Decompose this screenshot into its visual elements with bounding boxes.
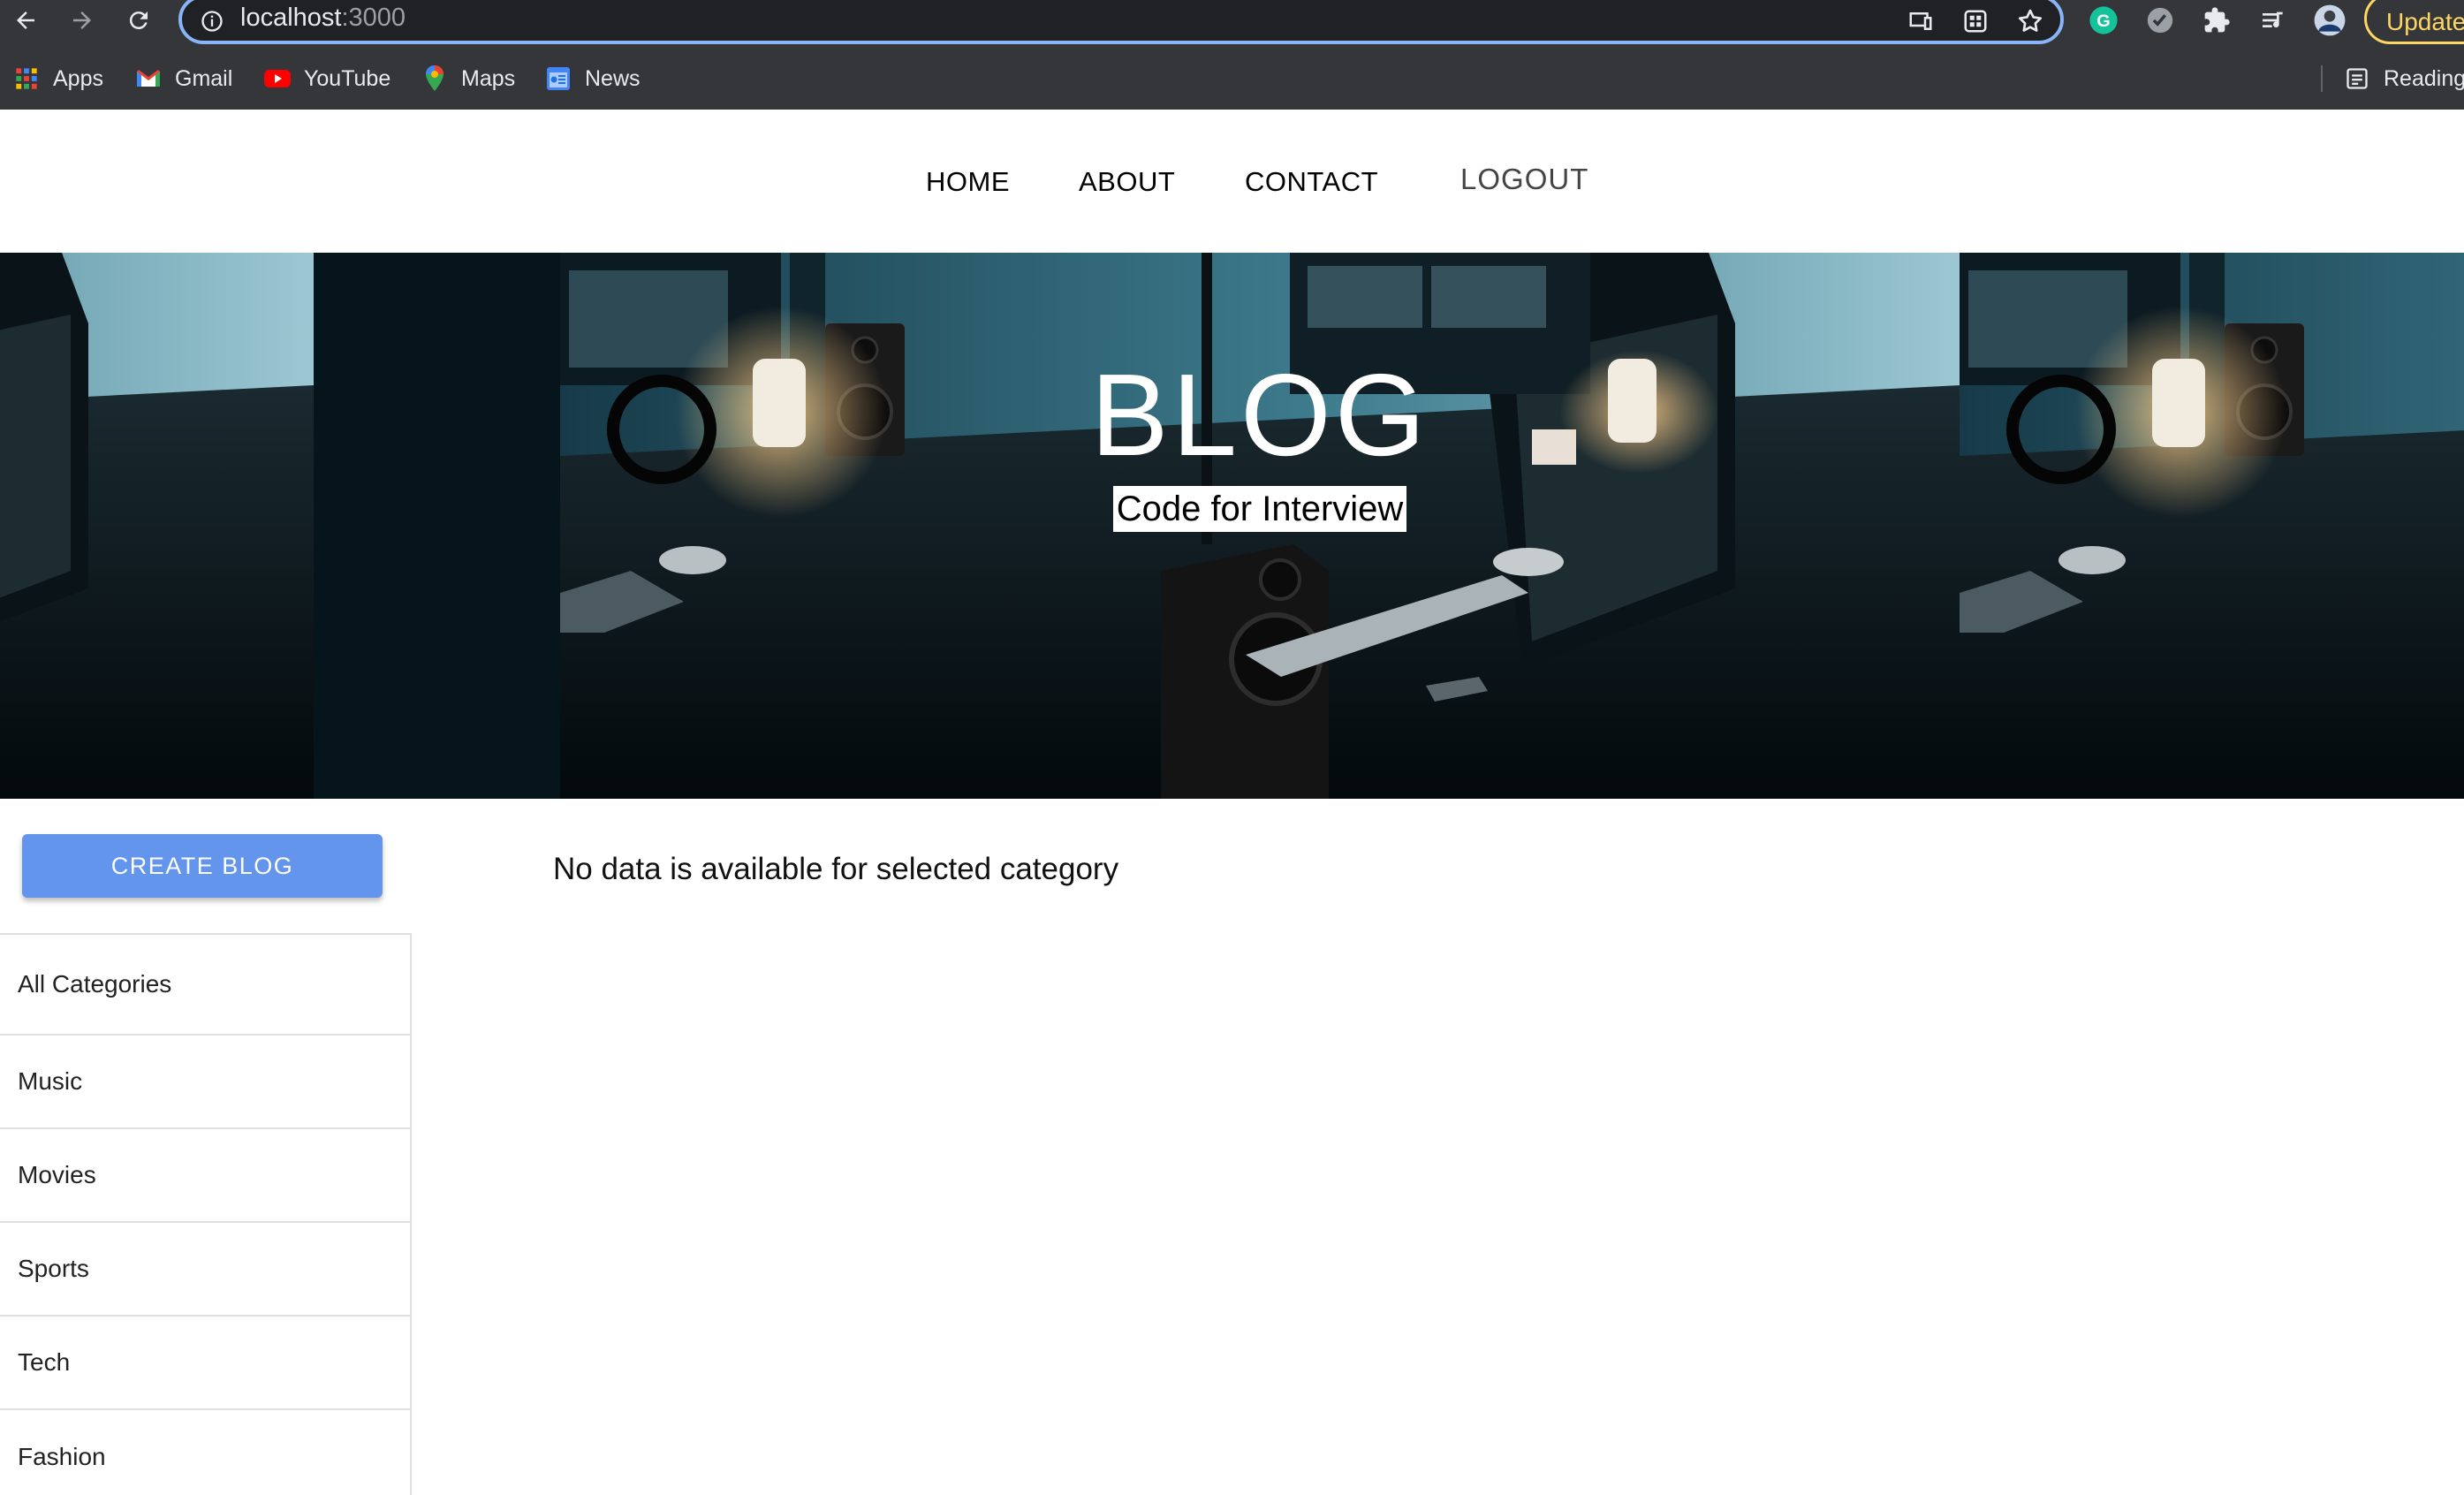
category-row-sports[interactable]: Sports bbox=[0, 1223, 410, 1317]
extension-check-icon[interactable] bbox=[2143, 4, 2177, 37]
nav-about-link[interactable]: ABOUT bbox=[1079, 166, 1175, 198]
youtube-icon bbox=[263, 65, 292, 93]
bookmark-label: Apps bbox=[53, 65, 103, 91]
browser-toolbar: localhost:3000 G Update bbox=[0, 0, 2464, 44]
bookmarks-divider bbox=[2321, 65, 2323, 92]
grammarly-icon[interactable]: G bbox=[2087, 4, 2120, 37]
site-navbar: HOME ABOUT CONTACT LOGOUT bbox=[0, 110, 2464, 253]
update-button[interactable]: Update bbox=[2364, 0, 2464, 44]
bookmark-youtube[interactable]: YouTube bbox=[263, 58, 390, 99]
category-row-fashion[interactable]: Fashion bbox=[0, 1410, 410, 1495]
info-icon[interactable] bbox=[196, 5, 228, 37]
puzzle-extensions-icon[interactable] bbox=[2200, 4, 2233, 37]
category-row-all[interactable]: All Categories bbox=[0, 935, 410, 1036]
category-label: Sports bbox=[18, 1255, 89, 1282]
banner-title: BLOG bbox=[1090, 350, 1429, 480]
category-row-movies[interactable]: Movies bbox=[0, 1129, 410, 1223]
bookmark-gmail[interactable]: Gmail bbox=[134, 58, 232, 99]
banner-subtitle: Code for Interview bbox=[1112, 486, 1407, 532]
qr-code-icon[interactable] bbox=[1960, 5, 1991, 37]
back-arrow-icon[interactable] bbox=[9, 4, 42, 37]
reload-icon[interactable] bbox=[122, 4, 155, 37]
category-row-tech[interactable]: Tech bbox=[0, 1317, 410, 1410]
maps-icon bbox=[421, 65, 449, 93]
create-blog-button[interactable]: CREATE BLOG bbox=[22, 834, 383, 898]
bookmark-apps[interactable]: Apps bbox=[12, 58, 103, 99]
reading-list-icon bbox=[2343, 65, 2371, 93]
empty-state-message: No data is available for selected catego… bbox=[553, 852, 1119, 886]
address-bar[interactable]: localhost:3000 bbox=[178, 0, 2064, 44]
profile-avatar-icon[interactable] bbox=[2313, 4, 2346, 37]
reading-list-label: Reading bbox=[2384, 65, 2464, 91]
media-queue-icon[interactable] bbox=[2256, 4, 2290, 37]
bookmarks-bar: Apps Gmail YouTube Maps News Reading bbox=[0, 58, 2464, 99]
browser-chrome: localhost:3000 G Update Apps Gmail YouTu… bbox=[0, 0, 2464, 110]
category-label: Movies bbox=[18, 1161, 96, 1188]
bookmark-label: YouTube bbox=[304, 65, 391, 91]
back-monitor-screen-a bbox=[1308, 266, 1422, 328]
hero-banner: BLOG Code for Interview bbox=[0, 253, 2464, 799]
news-icon bbox=[544, 65, 572, 93]
bookmark-star-icon[interactable] bbox=[2014, 5, 2046, 37]
nav-home-link[interactable]: HOME bbox=[926, 166, 1010, 198]
bookmark-news[interactable]: News bbox=[544, 58, 641, 99]
gmail-icon bbox=[134, 65, 163, 93]
url-text: localhost:3000 bbox=[240, 4, 406, 32]
nav-contact-link[interactable]: CONTACT bbox=[1245, 166, 1378, 198]
category-label: Music bbox=[18, 1067, 83, 1095]
cast-icon[interactable] bbox=[1905, 5, 1937, 37]
bookmark-maps[interactable]: Maps bbox=[421, 58, 515, 99]
bookmark-label: Maps bbox=[461, 65, 516, 91]
bookmark-label: News bbox=[585, 65, 641, 91]
forward-arrow-icon[interactable] bbox=[65, 4, 99, 37]
category-row-music[interactable]: Music bbox=[0, 1036, 410, 1129]
category-label: Tech bbox=[18, 1348, 71, 1376]
category-label: All Categories bbox=[18, 970, 172, 998]
bookmark-label: Gmail bbox=[175, 65, 233, 91]
banner-subtitle-wrap: Code for Interview bbox=[0, 486, 2464, 532]
svg-text:G: G bbox=[2096, 11, 2110, 31]
apps-grid-icon bbox=[12, 65, 41, 93]
back-monitor-screen-b bbox=[1431, 266, 1546, 328]
category-label: Fashion bbox=[18, 1443, 106, 1470]
reading-list[interactable]: Reading bbox=[2343, 58, 2464, 99]
mouse-shape bbox=[1493, 548, 1564, 576]
nav-logout-link[interactable]: LOGOUT bbox=[1460, 163, 1588, 196]
category-table: All Categories Music Movies Sports Tech … bbox=[0, 933, 412, 1495]
